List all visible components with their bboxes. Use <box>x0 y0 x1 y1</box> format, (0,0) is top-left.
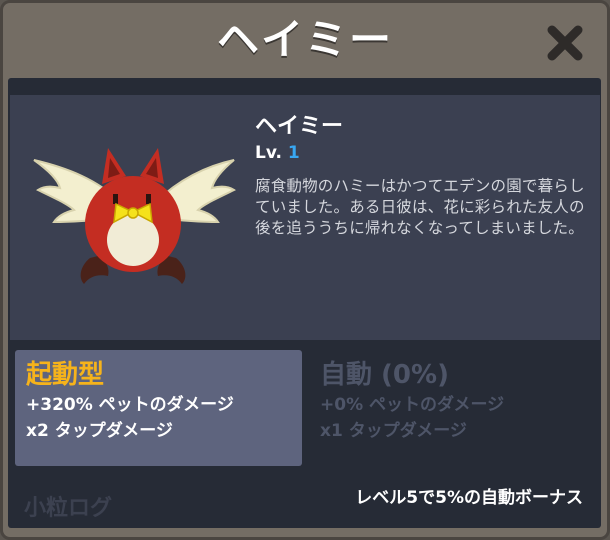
active-pet-damage: +320% ペットのダメージ <box>26 395 234 415</box>
passive-pet-damage: +0% ペットのダメージ <box>320 395 505 415</box>
level-value: 1 <box>287 143 300 163</box>
watermark: 小粒ログ <box>24 496 113 521</box>
pet-description: 腐食動物のハミーはかつてエデンの園で暮らしていました。ある日彼は、花に彩られた友… <box>255 177 585 237</box>
auto-bonus-note: レベル5で5%の自動ボーナス <box>355 488 583 508</box>
passive-tap-damage: x1 タップダメージ <box>320 421 467 441</box>
window-title: ヘイミー <box>216 15 393 64</box>
pet-name: ヘイミー <box>255 114 344 139</box>
close-button[interactable] <box>542 20 588 66</box>
close-icon <box>547 25 583 61</box>
pet-level: Lv. 1 <box>255 143 300 163</box>
passive-type-title: 自動 (0%) <box>320 360 449 390</box>
active-tap-damage: x2 タップダメージ <box>26 421 173 441</box>
level-label: Lv. <box>255 143 282 163</box>
pet-portrait <box>33 148 236 284</box>
active-type-title: 起動型 <box>26 360 105 390</box>
